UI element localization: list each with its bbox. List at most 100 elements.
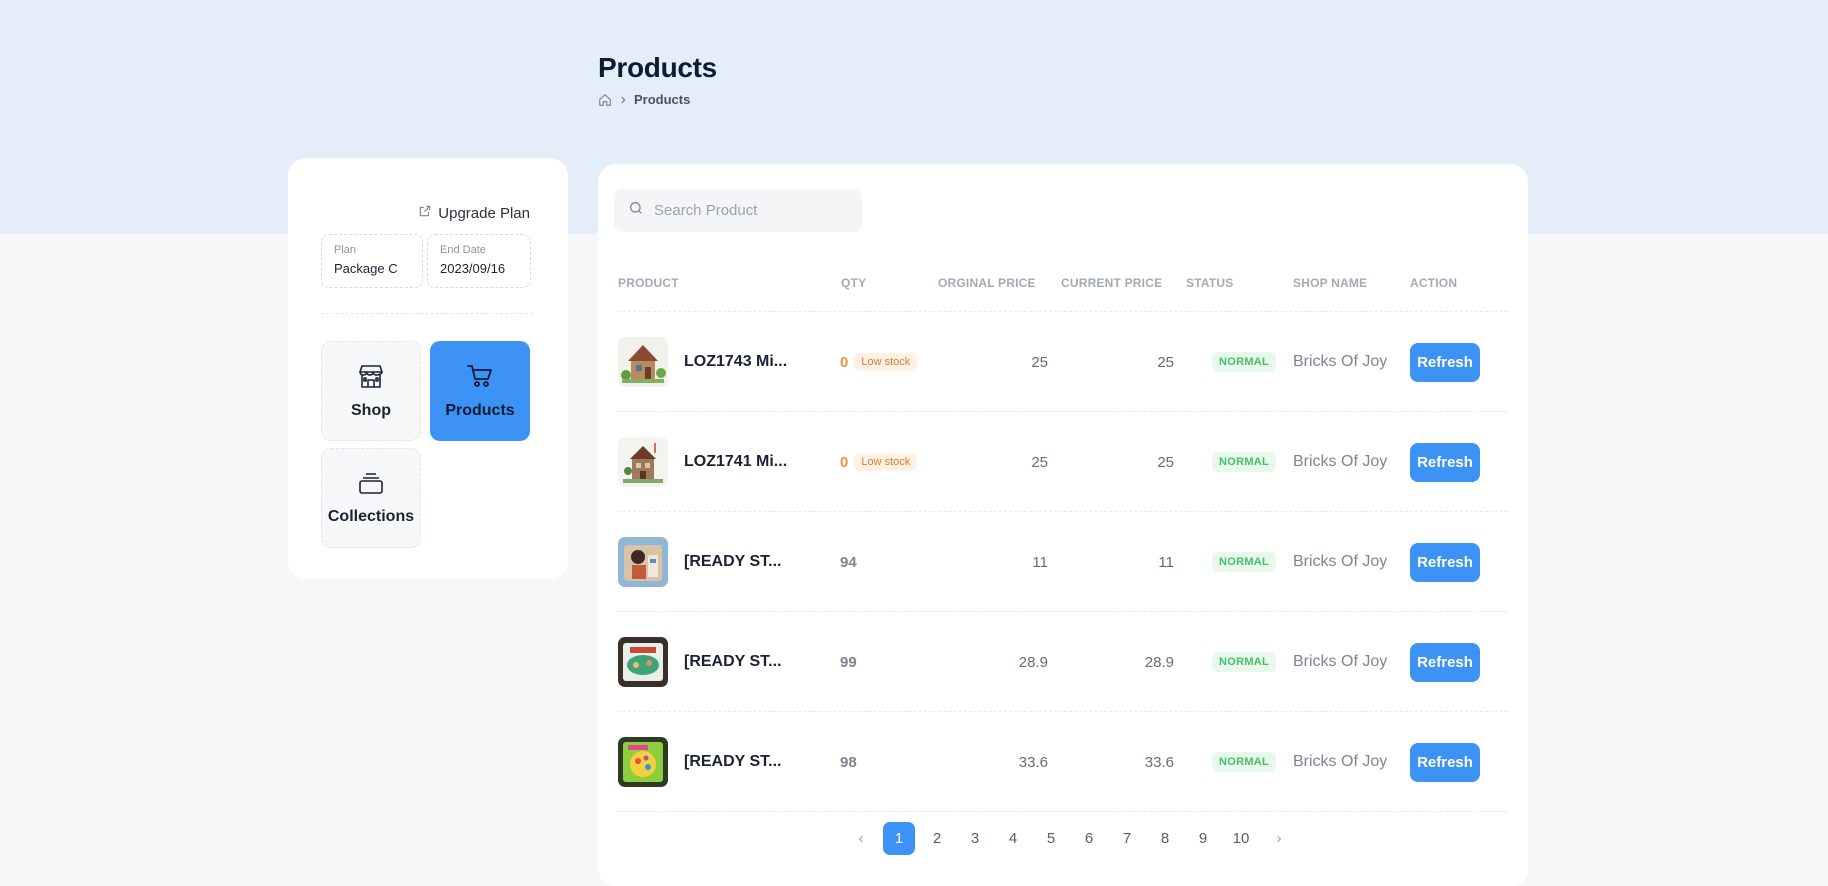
current-price: 25 (1157, 453, 1174, 471)
product-thumbnail[interactable] (618, 737, 668, 787)
page-button-10[interactable]: 10 (1222, 822, 1260, 855)
qty-value: 0 (840, 353, 849, 371)
page-button-9[interactable]: 9 (1184, 822, 1222, 855)
sidebar-divider (321, 313, 533, 314)
refresh-button[interactable]: Refresh (1410, 342, 1480, 382)
col-product: PRODUCT (618, 276, 679, 290)
refresh-button[interactable]: Refresh (1410, 542, 1480, 582)
col-qty: QTY (841, 276, 867, 290)
product-cell: LOZ1743 Mi... (618, 312, 787, 412)
shop-name: Bricks Of Joy (1293, 453, 1388, 470)
search-icon (628, 200, 644, 221)
page-header: Products Products (598, 52, 717, 107)
page-button-4[interactable]: 4 (994, 822, 1032, 855)
action-cell: Refresh (1410, 312, 1480, 412)
products-card: PRODUCT QTY ORGINAL PRICE CURRENT PRICE … (598, 164, 1528, 886)
original-price: 33.6 (1018, 753, 1048, 771)
product-thumbnail[interactable] (618, 537, 668, 587)
table-row: LOZ1741 Mi... 0 Low stock 25 25 NORMAL B… (618, 412, 1508, 512)
status-badge: NORMAL (1212, 752, 1277, 772)
shop-name: Bricks Of Joy (1293, 353, 1388, 370)
page-button-2[interactable]: 2 (918, 822, 956, 855)
product-cell: LOZ1741 Mi... (618, 412, 787, 512)
action-cell: Refresh (1410, 612, 1480, 712)
prev-page-button[interactable]: ‹ (842, 822, 880, 855)
status-cell: NORMAL (1212, 412, 1277, 512)
home-icon[interactable] (598, 93, 612, 107)
table-row: [READY ST... 94 11 11 NORMAL Bricks Of J… (618, 512, 1508, 612)
chevron-right-icon (618, 95, 628, 105)
product-name[interactable]: [READY ST... (684, 753, 782, 771)
action-cell: Refresh (1410, 412, 1480, 512)
action-cell: Refresh (1410, 512, 1480, 612)
status-cell: NORMAL (1212, 512, 1277, 612)
qty-value: 94 (840, 553, 857, 571)
product-cell: [READY ST... (618, 712, 782, 812)
plan-label: Plan (334, 244, 357, 256)
status-badge: NORMAL (1212, 352, 1277, 372)
qty-cell: 0 Low stock (840, 412, 918, 512)
product-name[interactable]: [READY ST... (684, 653, 782, 671)
refresh-button[interactable]: Refresh (1410, 442, 1480, 482)
tile-shop[interactable]: Shop (321, 341, 421, 441)
sidebar-card: Upgrade Plan Plan Package C End Date 202… (288, 158, 568, 579)
external-link-icon (418, 204, 432, 222)
table-header: PRODUCT QTY ORGINAL PRICE CURRENT PRICE … (618, 260, 1508, 312)
upgrade-plan-link[interactable]: Upgrade Plan (418, 204, 530, 222)
page-button-1[interactable]: 1 (883, 822, 915, 855)
storefront-icon (357, 363, 385, 394)
tile-collections[interactable]: Collections (321, 448, 421, 548)
qty-cell: 94 (840, 512, 857, 612)
page-button-5[interactable]: 5 (1032, 822, 1070, 855)
col-original-price: ORGINAL PRICE (938, 276, 1036, 290)
col-current-price: CURRENT PRICE (1061, 276, 1163, 290)
product-name[interactable]: LOZ1743 Mi... (684, 353, 787, 371)
original-price: 11 (1032, 553, 1048, 571)
page-button-8[interactable]: 8 (1146, 822, 1184, 855)
original-price: 28.9 (1018, 653, 1048, 671)
product-thumbnail[interactable] (618, 437, 668, 487)
status-cell: NORMAL (1212, 312, 1277, 412)
original-price: 25 (1031, 453, 1048, 471)
page-button-3[interactable]: 3 (956, 822, 994, 855)
cart-icon (466, 363, 494, 394)
product-name[interactable]: [READY ST... (684, 553, 782, 571)
shop-name: Bricks Of Joy (1293, 653, 1388, 670)
current-price: 25 (1157, 353, 1174, 371)
action-cell: Refresh (1410, 712, 1480, 812)
qty-value: 98 (840, 753, 857, 771)
refresh-button[interactable]: Refresh (1410, 742, 1480, 782)
refresh-button[interactable]: Refresh (1410, 642, 1480, 682)
stack-icon (357, 471, 385, 500)
table-row: [READY ST... 98 33.6 33.6 NORMAL Bricks … (618, 712, 1508, 812)
next-page-button[interactable]: › (1260, 822, 1298, 855)
product-name[interactable]: LOZ1741 Mi... (684, 453, 787, 471)
search-input[interactable] (654, 202, 844, 219)
pagination: ‹ 1 2 3 4 5 6 7 8 9 10 › (842, 822, 1298, 855)
search-box[interactable] (614, 189, 862, 232)
original-price: 25 (1031, 353, 1048, 371)
status-badge: NORMAL (1212, 652, 1277, 672)
qty-cell: 99 (840, 612, 857, 712)
tile-collections-label: Collections (327, 507, 415, 525)
tile-products[interactable]: Products (430, 341, 530, 441)
low-stock-badge: Low stock (854, 453, 918, 471)
qty-value: 0 (840, 453, 849, 471)
product-thumbnail[interactable] (618, 637, 668, 687)
status-badge: NORMAL (1212, 552, 1277, 572)
status-cell: NORMAL (1212, 712, 1277, 812)
product-thumbnail[interactable] (618, 337, 668, 387)
shop-name: Bricks Of Joy (1293, 753, 1388, 770)
page-button-7[interactable]: 7 (1108, 822, 1146, 855)
plan-value: Package C (334, 261, 398, 276)
low-stock-badge: Low stock (854, 353, 918, 371)
qty-value: 99 (840, 653, 857, 671)
qty-cell: 98 (840, 712, 857, 812)
col-status: STATUS (1186, 276, 1234, 290)
breadcrumb: Products (598, 92, 717, 107)
page-button-6[interactable]: 6 (1070, 822, 1108, 855)
status-cell: NORMAL (1212, 612, 1277, 712)
table-row: LOZ1743 Mi... 0 Low stock 25 25 NORMAL B… (618, 312, 1508, 412)
col-action: ACTION (1410, 276, 1458, 290)
col-shop-name: SHOP NAME (1293, 276, 1368, 290)
